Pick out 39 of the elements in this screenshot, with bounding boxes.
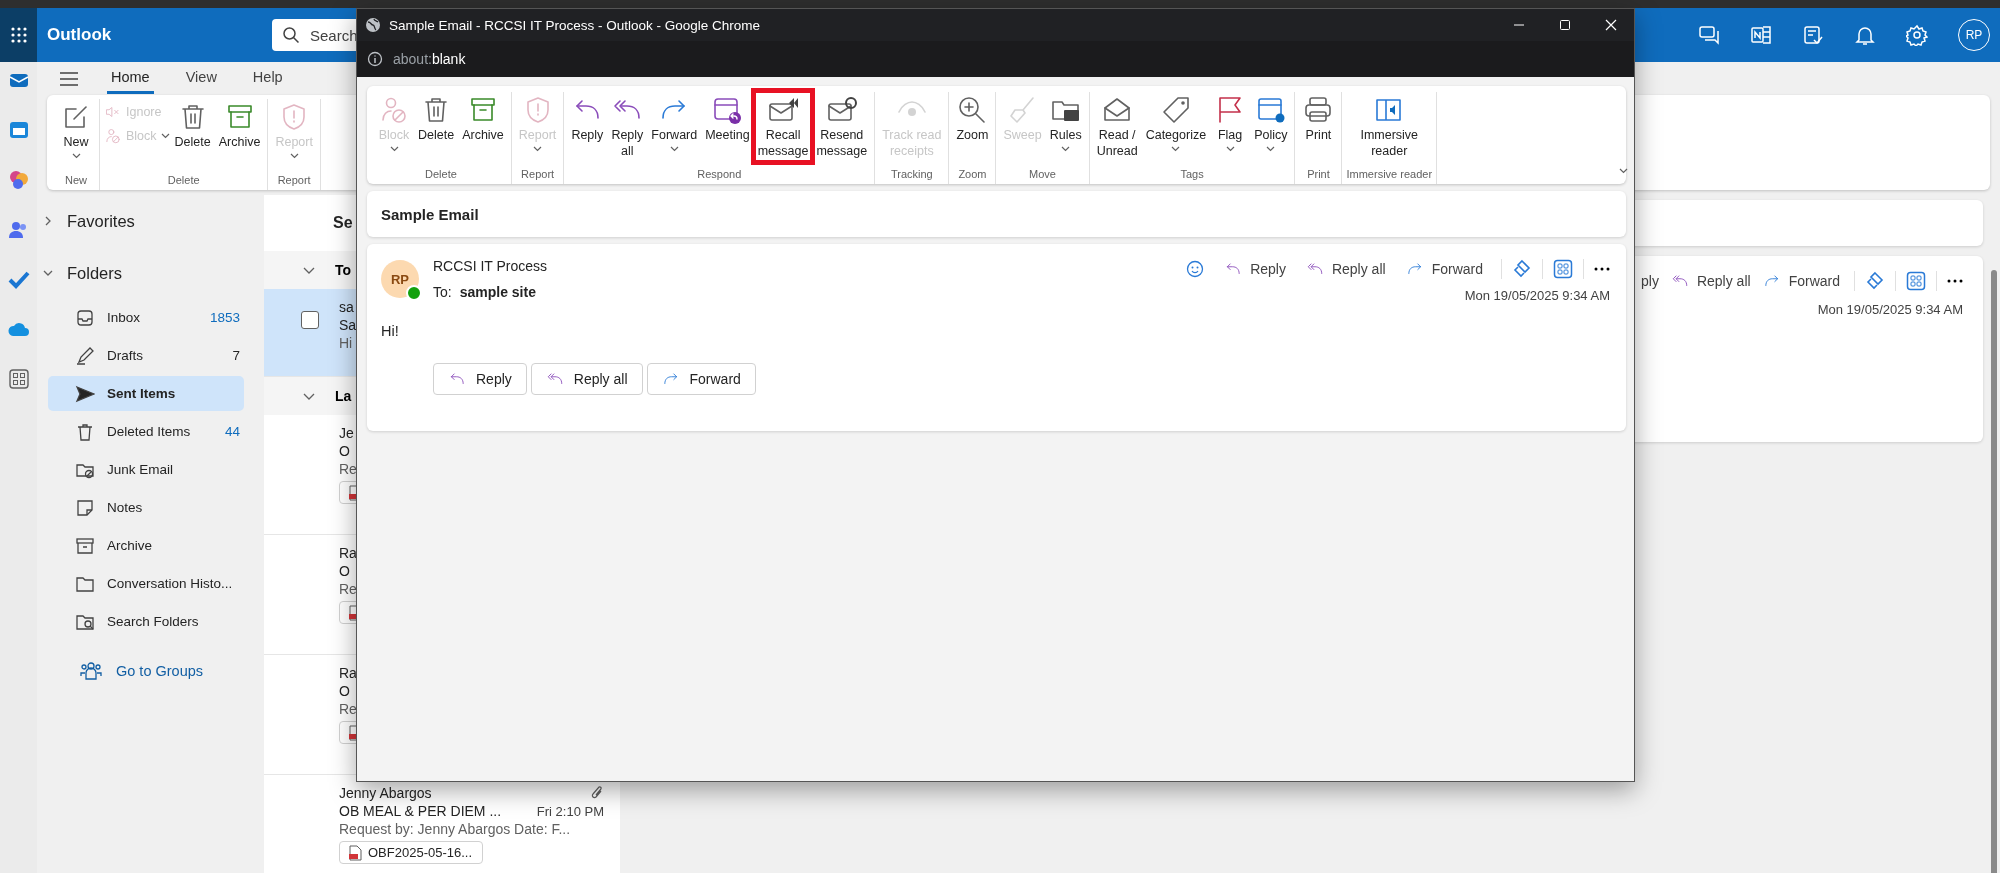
group-label: Tracking	[890, 168, 933, 182]
group-label: Report	[277, 174, 311, 188]
group-label: Tags	[1180, 168, 1204, 182]
message-subject: O	[339, 563, 350, 579]
email-subject: Sample Email	[381, 205, 479, 223]
to-label: To:	[433, 284, 452, 300]
message-subject: O	[339, 443, 350, 459]
message-date: Mon 19/05/2025 9:34 AM	[1464, 288, 1610, 303]
message-preview: Re	[339, 701, 358, 717]
message-preview: Hi	[339, 335, 354, 351]
list-title: Se	[333, 213, 353, 233]
group-label: Zoom	[958, 168, 987, 182]
group-label: Print	[1307, 168, 1330, 182]
message-sender: sa	[339, 299, 354, 315]
group-label: New	[65, 174, 87, 188]
message-preview: Re	[339, 461, 358, 477]
group-label: Move	[1029, 168, 1056, 182]
message-preview: Re	[339, 581, 358, 597]
message-preview: Request by: Jenny Abargos Date: F...	[339, 821, 572, 837]
message-subject: Sa	[339, 317, 357, 333]
message-sender: Jenny Abargos	[339, 785, 432, 801]
group-label: Delete	[425, 168, 457, 182]
sender-avatar: RP	[381, 260, 419, 298]
group-label: Respond	[697, 168, 742, 182]
window-title: Sample Email - RCCSI IT Process - Outlook - Google Chrome	[389, 17, 761, 33]
message-sender: Ra	[339, 545, 357, 561]
recipient-name: sample site	[459, 284, 536, 300]
message-subject: O	[339, 683, 350, 699]
message-body: Hi!	[381, 323, 400, 339]
sender-name: RCCSI IT Process	[433, 258, 549, 274]
group-label: Report	[521, 168, 555, 182]
message-time: Fri 2:10 PM	[536, 803, 604, 819]
message-date: Mon 19/05/2025 9:34 AM	[1817, 302, 1963, 317]
app-name: Outlook	[47, 25, 113, 45]
group-label: Immersive reader	[1346, 168, 1433, 182]
message-sender: Ra	[339, 665, 357, 681]
message-subject: OB MEAL & PER DIEM ...	[339, 803, 502, 819]
message-sender: Je	[339, 425, 354, 441]
group-label: Delete	[167, 174, 200, 188]
